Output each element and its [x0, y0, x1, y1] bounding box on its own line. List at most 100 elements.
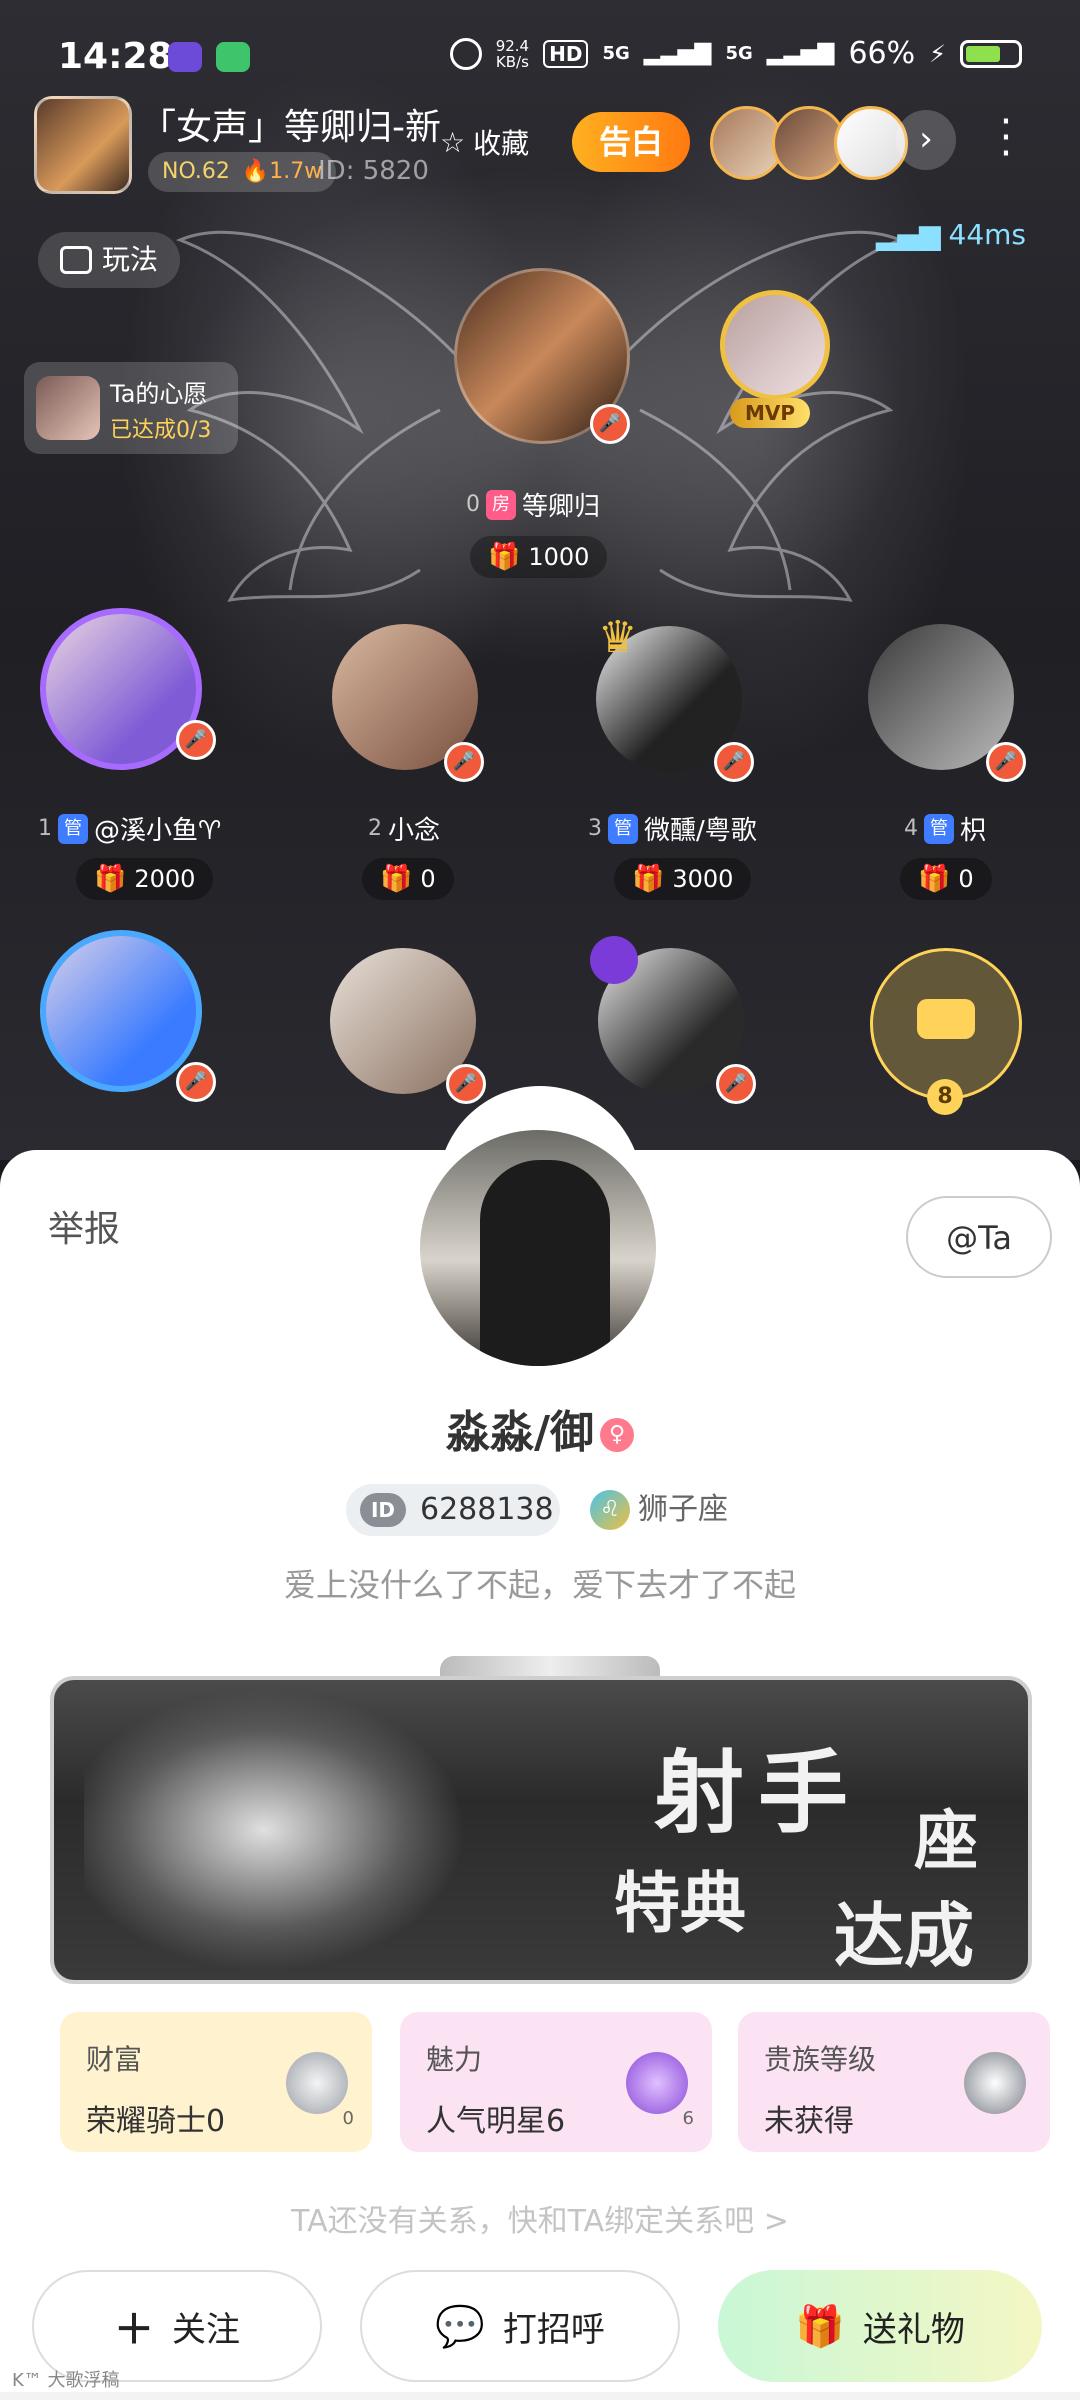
charging-icon: ⚡ [929, 39, 946, 68]
achievement-banner[interactable]: 射手 座 特典 达成 [50, 1676, 1032, 1984]
room-title[interactable]: 「女声」等卿归-新 [140, 98, 440, 150]
profile-zodiac: ♌ 狮子座 [590, 1486, 728, 1534]
wish-status: 已达成0/3 [110, 418, 212, 443]
stat-value: 人气明星6 [426, 2104, 566, 2139]
profile-avatar[interactable] [420, 1130, 656, 1366]
seat-name-text: 小念 [388, 816, 441, 846]
mic-icon: 🎤 [590, 404, 630, 444]
nav-bar [0, 2392, 1080, 2400]
seat-5-avatar[interactable] [40, 930, 202, 1092]
status-bar: 14:28 92.4 KB/s HD 5G ▂▃▅▇ 5G ▂▃▅▇ 66% ⚡ [58, 36, 1022, 86]
seat-index: 3 [588, 816, 602, 841]
host-gift-value: 1000 [528, 543, 590, 571]
id-label: ID [360, 1493, 406, 1527]
wish-title: Ta的心愿 [110, 380, 208, 408]
network-latency: ▂▄▆ 44ms [876, 218, 1026, 251]
confess-button[interactable]: 告白 [572, 112, 690, 172]
favorite-button[interactable]: ☆ 收藏 [440, 112, 570, 172]
mic-icon: 🎤 [444, 742, 484, 782]
more-menu-icon[interactable]: · · · [996, 102, 1016, 174]
leo-icon: ♌ [590, 1490, 630, 1530]
status-time: 14:28 [58, 36, 173, 77]
signal-bars-icon: ▂▃▅▇ [643, 41, 712, 66]
wish-avatar [36, 376, 100, 440]
banner-line-1: 射手 [654, 1740, 862, 1846]
audience-more-button[interactable]: › [896, 110, 956, 170]
profile-id[interactable]: ID 6288138 [346, 1484, 560, 1536]
profile-name-text: 淼淼/御 [445, 1407, 595, 1458]
gift-box-icon: 🎁 [795, 2303, 845, 2350]
host-name-text: 等卿归 [522, 492, 601, 522]
greet-label: 打招呼 [502, 2309, 605, 2350]
mention-button[interactable]: @Ta [906, 1196, 1052, 1278]
stat-label: 贵族等级 [764, 2043, 877, 2076]
greet-button[interactable]: 💬 打招呼 [360, 2270, 680, 2382]
stat-wealth[interactable]: 财富 荣耀骑士0 0 [60, 2012, 372, 2152]
sofa-icon [917, 999, 975, 1039]
relation-prompt[interactable]: TA还没有关系，快和TA绑定关系吧 > [0, 2196, 1080, 2240]
latency-value: 44ms [948, 218, 1027, 251]
gift-icon: 🎁 [632, 864, 665, 894]
empty-seat[interactable]: 8 [870, 948, 1022, 1115]
seat-4-gift: 🎁 0 [900, 858, 992, 900]
seat-gift-value: 0 [420, 865, 436, 893]
play-label: 玩法 [102, 243, 159, 276]
mic-icon: 🎤 [176, 1062, 216, 1102]
game-icon [60, 246, 92, 274]
signal-icon: ▂▄▆ [875, 218, 941, 251]
mic-icon: 🎤 [446, 1064, 486, 1104]
plus-icon: ＋ [114, 2307, 154, 2353]
seat-2-name: 2 小念 [368, 810, 440, 847]
seat-4-name: 4 管 枳 [904, 810, 986, 847]
zodiac-text: 狮子座 [638, 1492, 728, 1527]
mic-icon: 🎤 [176, 720, 216, 760]
seat-gift-value: 3000 [672, 865, 734, 893]
stat-noble[interactable]: 贵族等级 未获得 [738, 2012, 1050, 2152]
seat-name-text: 微醺/粤歌 [644, 816, 757, 846]
seat-gift-value: 0 [958, 865, 974, 893]
stat-value: 未获得 [764, 2104, 854, 2139]
send-gift-label: 送礼物 [862, 2309, 965, 2350]
knight-badge-icon [286, 2052, 348, 2114]
crown-icon: ♛ [598, 612, 638, 663]
gift-icon: 🎁 [380, 864, 413, 894]
follow-label: 关注 [172, 2309, 240, 2350]
signal-1: 5G [602, 43, 630, 64]
banner-line-2: 座 [914, 1804, 978, 1879]
stat-label: 财富 [86, 2043, 143, 2076]
stat-icon-label: 6 [682, 2108, 694, 2129]
seat-index: 4 [904, 816, 918, 841]
hd-indicator: HD [543, 39, 589, 68]
banner-line-3: 特典 [614, 1864, 746, 1942]
net-unit: KB/s [495, 52, 529, 71]
admin-tag: 管 [608, 813, 638, 844]
profile-avatar-silhouette [480, 1160, 610, 1366]
gift-icon: 🎁 [488, 542, 521, 572]
stat-charm[interactable]: 魅力 人气明星6 6 [400, 2012, 712, 2152]
host-gift-count: 🎁 1000 [470, 536, 608, 578]
report-button[interactable]: 举报 [48, 1200, 120, 1252]
wish-card[interactable]: Ta的心愿 已达成0/3 [24, 362, 238, 454]
admin-tag: 管 [924, 813, 954, 844]
send-gift-button[interactable]: 🎁 送礼物 [718, 2270, 1042, 2382]
chevron-right-icon: › [919, 119, 933, 159]
empty-seat-number: 8 [927, 1079, 963, 1115]
room-id: ID: 5820 [318, 156, 429, 186]
alarm-icon [449, 37, 482, 70]
room-rank: NO.62 [162, 159, 230, 184]
room-hot: 🔥1.7w [241, 159, 323, 184]
mvp-avatar[interactable] [720, 290, 830, 400]
app-icon-1 [168, 42, 202, 72]
gift-icon: 🎁 [918, 864, 951, 894]
play-button[interactable]: 玩法 [38, 232, 181, 288]
room-avatar[interactable] [34, 96, 132, 194]
room-hot-value: 1.7w [269, 159, 323, 184]
admin-tag: 管 [58, 813, 88, 844]
mic-icon: 🎤 [716, 1064, 756, 1104]
stat-label: 魅力 [426, 2043, 483, 2076]
gift-icon: 🎁 [94, 864, 127, 894]
bomb-icon [590, 936, 638, 984]
seat-1-name: 1 管 @溪小鱼♈ [38, 810, 221, 847]
star-icon: ☆ [440, 125, 466, 159]
mic-icon: 🎤 [986, 742, 1026, 782]
